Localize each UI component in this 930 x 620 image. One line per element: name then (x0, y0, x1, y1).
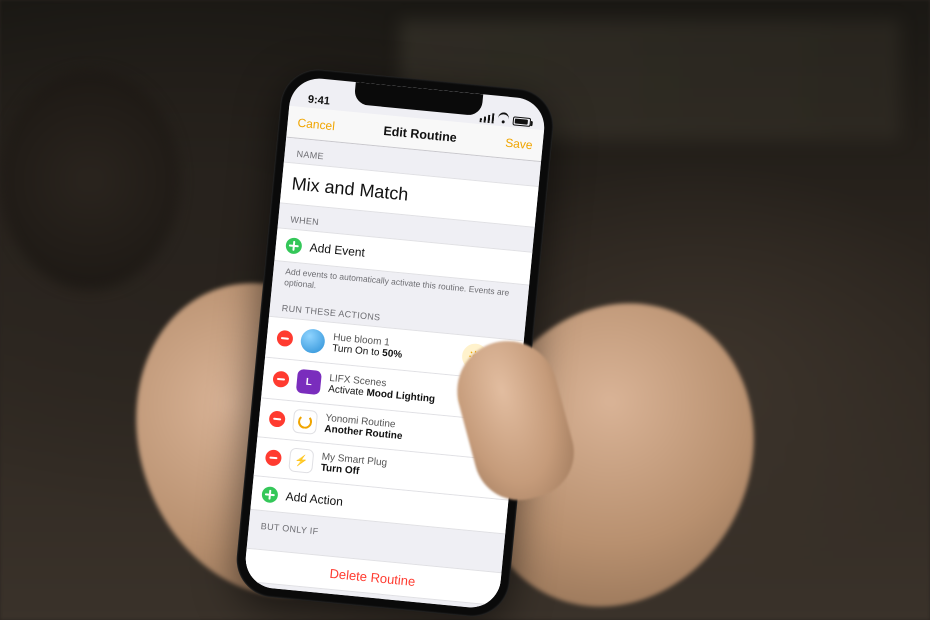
page-title: Edit Routine (383, 123, 458, 144)
yonomi-icon (292, 409, 318, 435)
remove-icon[interactable] (265, 449, 282, 466)
status-time: 9:41 (307, 94, 330, 108)
remove-icon[interactable] (272, 371, 289, 388)
remove-icon[interactable] (268, 411, 285, 428)
delete-routine-label: Delete Routine (329, 566, 416, 589)
remove-icon[interactable] (276, 330, 293, 347)
add-event-label: Add Event (309, 240, 365, 259)
wifi-icon (496, 114, 510, 125)
plug-icon: ⚡ (288, 448, 314, 474)
add-action-label: Add Action (285, 489, 343, 508)
cellular-icon (480, 112, 495, 123)
plus-icon (285, 237, 302, 254)
battery-icon (512, 116, 531, 127)
lifx-icon: L (296, 369, 322, 395)
plus-icon (261, 486, 278, 503)
save-button[interactable]: Save (505, 135, 534, 152)
hue-icon (300, 328, 326, 354)
cancel-button[interactable]: Cancel (297, 115, 336, 133)
